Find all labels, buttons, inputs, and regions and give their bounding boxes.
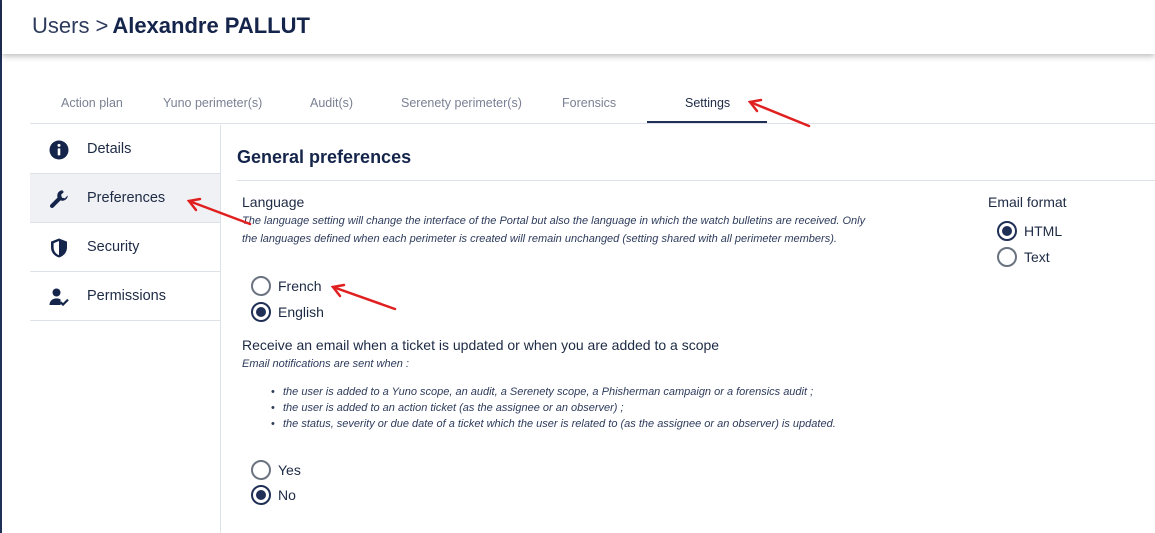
section-divider bbox=[237, 180, 1155, 181]
tab-serenety-perimeters[interactable]: Serenety perimeter(s) bbox=[401, 96, 522, 110]
radio-label: HTML bbox=[1024, 223, 1063, 239]
tab-forensics[interactable]: Forensics bbox=[562, 96, 616, 110]
sidebar-item-label: Security bbox=[87, 239, 140, 255]
info-icon bbox=[48, 139, 70, 161]
settings-sidebar: Details Preferences Security Permissions bbox=[30, 125, 221, 533]
shield-icon bbox=[48, 237, 70, 259]
tab-bar: Action plan Yuno perimeter(s) Audit(s) S… bbox=[30, 86, 1155, 124]
radio-circle bbox=[251, 276, 271, 296]
radio-label: Text bbox=[1024, 249, 1050, 265]
list-item: the user is added to an action ticket (a… bbox=[261, 400, 881, 416]
notification-conditions-list: the user is added to a Yuno scope, an au… bbox=[261, 384, 881, 432]
radio-circle bbox=[997, 247, 1017, 267]
radio-label: No bbox=[278, 487, 296, 503]
radio-circle bbox=[251, 485, 271, 505]
language-french-radio[interactable]: French bbox=[251, 276, 371, 298]
window-left-edge bbox=[0, 0, 2, 533]
email-notification-description: Email notifications are sent when : bbox=[242, 358, 409, 370]
language-description: The language setting will change the int… bbox=[242, 215, 866, 245]
language-label: Language bbox=[242, 194, 305, 210]
sidebar-item-preferences[interactable]: Preferences bbox=[30, 174, 220, 223]
sidebar-item-security[interactable]: Security bbox=[30, 223, 220, 272]
sidebar-item-permissions[interactable]: Permissions bbox=[30, 272, 220, 321]
sidebar-item-label: Preferences bbox=[87, 190, 166, 206]
email-format-label: Email format bbox=[988, 194, 1067, 210]
user-check-icon bbox=[48, 286, 70, 308]
tab-settings[interactable]: Settings bbox=[685, 96, 730, 110]
list-item: the status, severity or due date of a ti… bbox=[261, 416, 881, 432]
email-format-html-radio[interactable]: HTML bbox=[997, 221, 1097, 243]
sidebar-item-label: Details bbox=[87, 141, 132, 157]
email-format-text-radio[interactable]: Text bbox=[997, 247, 1097, 269]
radio-label: Yes bbox=[278, 462, 301, 478]
section-title: General preferences bbox=[237, 147, 412, 167]
radio-circle bbox=[251, 460, 271, 480]
breadcrumb-users-link[interactable]: Users bbox=[32, 13, 89, 38]
email-notification-label: Receive an email when a ticket is update… bbox=[242, 337, 720, 353]
page-header: Users > Alexandre PALLUT bbox=[2, 0, 1155, 54]
radio-label: French bbox=[278, 278, 322, 294]
wrench-icon bbox=[48, 188, 70, 210]
tab-action-plan[interactable]: Action plan bbox=[61, 96, 123, 110]
breadcrumb-separator: > bbox=[95, 13, 109, 38]
email-notification-yes-radio[interactable]: Yes bbox=[251, 460, 351, 482]
list-item: the user is added to a Yuno scope, an au… bbox=[261, 384, 881, 400]
preferences-panel: General preferences Language The languag… bbox=[221, 125, 1155, 533]
page-title: Alexandre PALLUT bbox=[112, 13, 310, 38]
sidebar-item-details[interactable]: Details bbox=[30, 125, 220, 174]
tab-audits[interactable]: Audit(s) bbox=[310, 96, 353, 110]
sidebar-item-label: Permissions bbox=[87, 288, 166, 304]
active-tab-indicator bbox=[647, 121, 767, 123]
email-notification-no-radio[interactable]: No bbox=[251, 485, 351, 507]
radio-circle bbox=[251, 302, 271, 322]
breadcrumb: Users > Alexandre PALLUT bbox=[32, 13, 310, 39]
radio-circle bbox=[997, 221, 1017, 241]
tab-yuno-perimeters[interactable]: Yuno perimeter(s) bbox=[163, 96, 262, 110]
language-english-radio[interactable]: English bbox=[251, 302, 371, 324]
radio-label: English bbox=[278, 304, 324, 320]
